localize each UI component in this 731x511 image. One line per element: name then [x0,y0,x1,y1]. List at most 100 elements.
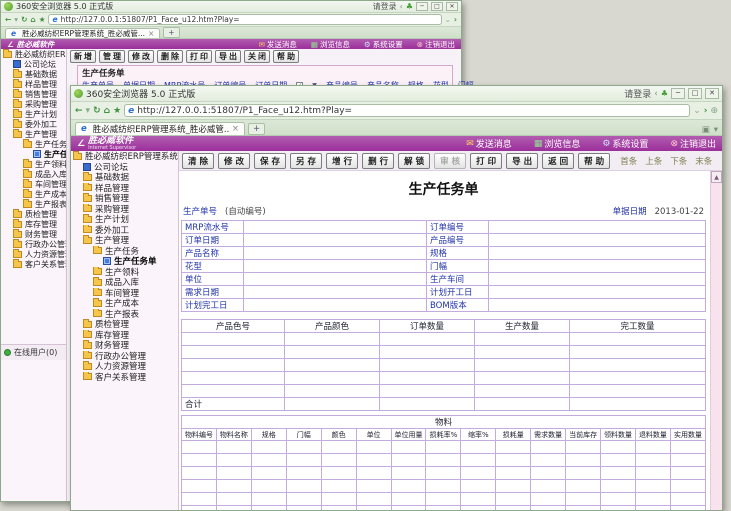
help-button[interactable]: 帮助 [273,50,299,63]
login-link[interactable]: 请登录 [624,87,651,100]
manage-button[interactable]: 管理 [99,50,125,63]
save-as-button[interactable]: 另存 [290,153,322,169]
field-input[interactable] [489,260,706,273]
field-input[interactable] [244,299,427,312]
new-tab-button[interactable]: + [163,27,179,38]
favorites-icon[interactable]: ★ [39,15,46,24]
forward-icon[interactable]: ▾ [14,15,18,24]
tree-item[interactable]: 生产计划 [1,109,66,119]
field-input[interactable] [489,286,706,299]
field-input[interactable] [489,221,706,234]
help-button[interactable]: 帮助 [578,153,610,169]
tree-item[interactable]: 样品管理 [71,183,178,194]
tree-item-selected[interactable]: 生产任务单 [1,149,66,159]
clear-button[interactable]: 清除 [182,153,214,169]
back-icon[interactable]: ← [75,106,83,116]
modify-button[interactable]: 修改 [218,153,250,169]
tab-list-icon[interactable]: ▣ [702,125,710,135]
field-input[interactable] [489,273,706,286]
tree-item[interactable]: 客户关系管理 [1,259,66,269]
minimize-button[interactable]: ─ [671,88,685,99]
tree-item[interactable]: 质检管理 [1,209,66,219]
next-record-link[interactable]: 下条 [670,155,687,167]
field-input[interactable] [489,299,706,312]
add-button[interactable]: 新增 [70,50,96,63]
unlock-button[interactable]: 解锁 [398,153,430,169]
tree-item-forum[interactable]: 公司论坛 [1,59,66,69]
online-users-bar[interactable]: 在线用户(0) [1,344,66,360]
tree-item[interactable]: 样品管理 [1,79,66,89]
export-button[interactable]: 导出 [215,50,241,63]
tree-root[interactable]: 胜必威纺织ERP管理系统 [1,49,66,59]
tree-item[interactable]: 基础数据 [71,172,178,183]
tree-item[interactable]: 生产任务 [1,139,66,149]
delete-button[interactable]: 删除 [157,50,183,63]
new-tab-button[interactable]: + [248,123,265,135]
system-settings-link[interactable]: ⚙系统设置 [364,39,403,50]
vertical-scrollbar[interactable]: ▲ [710,171,722,510]
send-message-link[interactable]: ✉发送消息 [259,39,297,50]
tree-item[interactable]: 生产报表 [71,309,178,320]
address-input[interactable]: e http://127.0.0.1:51807/P1_Face_u12.htm… [124,104,690,118]
field-input[interactable] [489,247,706,260]
field-input[interactable] [244,221,427,234]
field-input[interactable] [244,286,427,299]
tree-item[interactable]: 客户关系管理 [71,372,178,383]
home-icon[interactable]: ⌂ [30,15,35,24]
tree-item[interactable]: 生产报表 [1,199,66,209]
tree-item[interactable]: 车间管理 [71,288,178,299]
tree-item[interactable]: 财务管理 [1,229,66,239]
back-icon[interactable]: ← [5,15,11,24]
logout-link[interactable]: ⊗注销退出 [670,137,716,150]
modify-button[interactable]: 修改 [128,50,154,63]
tree-item[interactable]: 库存管理 [1,219,66,229]
skin-icon[interactable]: ♣ [406,2,413,11]
return-button[interactable]: 返回 [542,153,574,169]
collapse-icon[interactable]: ‹ [400,2,403,11]
tree-item[interactable]: 成品入库 [71,277,178,288]
tree-item[interactable]: 生产领料 [1,159,66,169]
tree-item[interactable]: 生产领料 [71,267,178,278]
field-input[interactable] [244,247,427,260]
send-message-link[interactable]: ✉发送消息 [466,137,512,150]
go-icon[interactable]: › [454,15,457,24]
tree-item[interactable]: 生产成本 [1,189,66,199]
tree-item[interactable]: 生产计划 [71,214,178,225]
tab-close-icon[interactable]: × [232,124,239,134]
refresh-icon[interactable]: ↻ [21,15,27,24]
print-button[interactable]: 打印 [470,153,502,169]
tab-menu-icon[interactable]: ▾ [714,125,718,135]
system-settings-link[interactable]: ⚙系统设置 [602,137,648,150]
maximize-button[interactable]: □ [431,2,443,11]
refresh-icon[interactable]: ↻ [93,106,101,116]
collapse-icon[interactable]: ‹ [654,89,658,99]
tree-item-forum[interactable]: 公司论坛 [71,162,178,173]
tree-item[interactable]: 人力资源管理 [1,249,66,259]
forward-icon[interactable]: ▾ [86,106,91,116]
delete-row-button[interactable]: 删行 [362,153,394,169]
browse-info-link[interactable]: ▦浏览信息 [311,39,350,50]
tree-item[interactable]: 销售管理 [1,89,66,99]
tree-item[interactable]: 生产成本 [71,298,178,309]
tree-item[interactable]: 成品入库 [1,169,66,179]
save-button[interactable]: 保存 [254,153,286,169]
tree-item[interactable]: 委外加工 [1,119,66,129]
tree-item-selected[interactable]: 生产任务单 [71,256,178,267]
field-input[interactable] [244,234,427,247]
add-favorite-icon[interactable]: ⊕ [710,106,718,116]
tree-item[interactable]: 生产管理 [1,129,66,139]
tree-item[interactable]: 行政办公管理 [1,239,66,249]
browser-tab[interactable]: e 胜必威纺织ERP管理系统_胜必威管... × [75,122,245,136]
tree-item[interactable]: 行政办公管理 [71,351,178,362]
url-dropdown-icon[interactable]: ⌄ [693,106,701,116]
close-page-button[interactable]: 关闭 [244,50,270,63]
tree-item[interactable]: 销售管理 [71,193,178,204]
add-row-button[interactable]: 增行 [326,153,358,169]
browse-info-link[interactable]: ▦浏览信息 [534,137,581,150]
tree-item[interactable]: 车间管理 [1,179,66,189]
first-record-link[interactable]: 首条 [620,155,637,167]
field-input[interactable] [244,260,427,273]
tree-item[interactable]: 基础数据 [1,69,66,79]
login-link[interactable]: 请登录 [373,1,397,12]
url-dropdown-icon[interactable]: ⌄ [445,15,451,24]
